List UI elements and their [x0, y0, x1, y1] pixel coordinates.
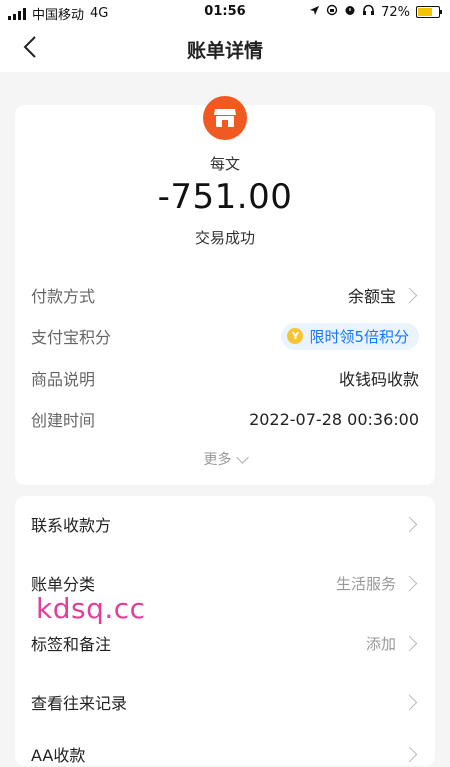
row-value-group: 添加: [366, 633, 419, 654]
row-value-group: [396, 516, 419, 532]
row-label: AA收款: [31, 746, 86, 765]
row-value-group: [396, 746, 419, 762]
chevron-right-icon: [401, 635, 418, 651]
row-value-group: 生活服务: [336, 573, 419, 594]
row-label: 标签和备注: [31, 635, 112, 654]
coin-icon: Y: [287, 328, 304, 344]
created-time-row: 创建时间 2022-07-28 00:36:00: [31, 407, 419, 431]
status-bar: 中国移动 4G 01:56 72%: [0, 0, 450, 24]
row-label: 付款方式: [31, 287, 96, 306]
battery-icon: [416, 6, 442, 18]
aa-collect-row[interactable]: AA收款: [31, 741, 419, 767]
bill-summary-card: 每文 -751.00 交易成功 付款方式 余额宝 支付宝积分 Y 限时领5倍积分…: [15, 96, 435, 485]
tags-notes-value: 添加: [365, 634, 396, 653]
transaction-status: 交易成功: [194, 229, 255, 247]
product-description-value: 收钱码收款: [338, 370, 419, 389]
row-label: 商品说明: [31, 370, 96, 389]
more-button[interactable]: 更多: [15, 449, 435, 469]
payment-method-value: 余额宝: [347, 287, 396, 306]
chevron-right-icon: [401, 516, 418, 532]
bill-category-value: 生活服务: [335, 574, 396, 593]
battery-label: 72%: [381, 4, 410, 20]
contact-payee-row[interactable]: 联系收款方: [31, 511, 419, 537]
lock-rotation-icon: [326, 4, 338, 20]
points-promo-badge[interactable]: Y 限时领5倍积分: [281, 322, 419, 350]
bill-actions-card: 联系收款方 账单分类 生活服务 标签和备注 添加 查看往来记录 AA收款: [15, 496, 435, 766]
alarm-icon: [344, 4, 356, 20]
chevron-down-icon: [235, 450, 249, 464]
row-label: 联系收款方: [31, 516, 112, 535]
amount: -751.00: [157, 177, 293, 217]
payment-method-row[interactable]: 付款方式 余额宝: [31, 283, 419, 307]
chevron-right-icon: [401, 287, 418, 303]
page-title: 账单详情: [186, 40, 263, 62]
status-right: 72%: [309, 4, 442, 20]
created-time-value: 2022-07-28 00:36:00: [249, 409, 419, 429]
product-description-row: 商品说明 收钱码收款: [31, 366, 419, 390]
row-label: 支付宝积分: [31, 328, 112, 347]
row-value-group: [396, 694, 419, 710]
row-value-group: 余额宝: [348, 283, 419, 307]
battery-fill: [418, 8, 432, 16]
row-label: 创建时间: [31, 411, 96, 430]
tags-notes-row[interactable]: 标签和备注 添加: [31, 630, 419, 656]
chevron-right-icon: [401, 575, 418, 591]
watermark: kdsq.cc: [36, 592, 146, 625]
alipay-points-row: 支付宝积分 Y 限时领5倍积分: [31, 322, 419, 350]
row-label: 查看往来记录: [31, 694, 128, 713]
store-icon: [203, 96, 247, 140]
chevron-right-icon: [401, 694, 418, 710]
merchant-name: 每文: [209, 155, 240, 173]
points-promo-text: 限时领5倍积分: [309, 327, 409, 346]
view-history-row[interactable]: 查看往来记录: [31, 689, 419, 715]
more-label: 更多: [203, 452, 232, 468]
headphones-icon: [362, 4, 375, 20]
nav-bar: 账单详情: [0, 24, 450, 72]
location-icon: [309, 5, 320, 20]
chevron-right-icon: [401, 746, 418, 762]
